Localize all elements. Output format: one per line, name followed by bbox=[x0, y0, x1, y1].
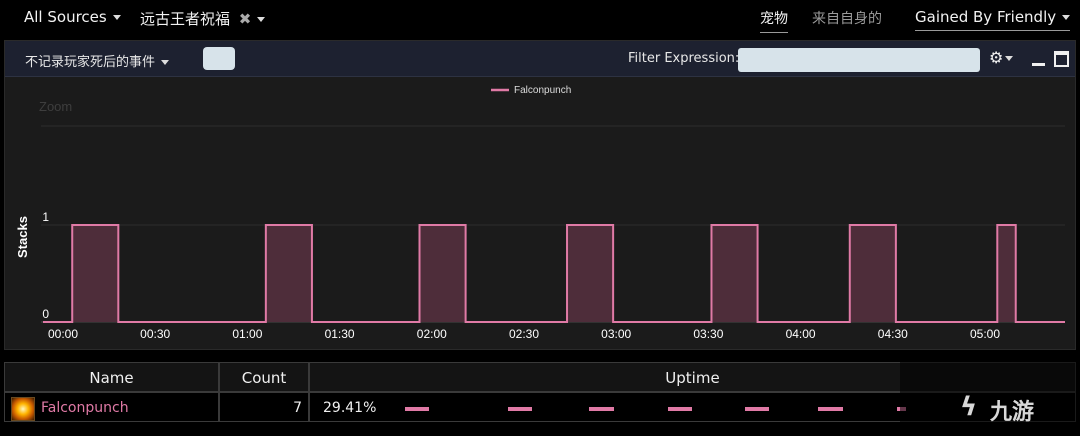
stack-interval bbox=[711, 225, 758, 322]
chart-panel: 不记录玩家死后的事件 Filter Expression: ⚙ Zoom Fal… bbox=[4, 40, 1076, 350]
zoom-label: Zoom bbox=[39, 99, 72, 114]
stacks-chart: Zoom Falconpunch Stacks 01 00:00 00:30 01:… bbox=[15, 85, 1065, 341]
y-axis-label: Stacks bbox=[15, 216, 30, 258]
panel-header: 不记录玩家死后的事件 Filter Expression: ⚙ bbox=[5, 41, 1075, 77]
filter-expression-label: Filter Expression: bbox=[628, 51, 740, 66]
stack-interval bbox=[997, 225, 1016, 322]
uptime-bar bbox=[589, 407, 614, 411]
x-axis-ticks: 00:00 00:30 01:00 01:30 02:00 02:30 03:00 03:30… bbox=[48, 327, 1000, 341]
series-falconpunch bbox=[43, 224, 1065, 323]
remove-aura-icon[interactable]: ✖ bbox=[239, 10, 252, 28]
gained-by-label: Gained By Friendly bbox=[915, 8, 1057, 26]
series-line bbox=[43, 224, 1065, 323]
gear-icon: ⚙ bbox=[989, 48, 1004, 67]
stack-interval bbox=[849, 225, 896, 322]
x-tick-label: 01:30 bbox=[325, 327, 355, 341]
tab-pet[interactable]: 宠物 bbox=[760, 8, 788, 33]
x-tick-label: 00:30 bbox=[140, 327, 170, 341]
uptime-bar bbox=[667, 407, 693, 411]
x-tick-label: 04:00 bbox=[786, 327, 816, 341]
legend-entry-falconpunch: Falconpunch bbox=[514, 85, 571, 96]
chevron-down-icon bbox=[1005, 56, 1014, 61]
x-tick-label: 01:00 bbox=[232, 327, 262, 341]
x-tick-label: 00:00 bbox=[48, 327, 78, 341]
watermark-logo-icon: ϟ bbox=[960, 392, 978, 422]
table-row-name-cell[interactable]: Falconpunch bbox=[4, 392, 219, 422]
death-filter-dropdown[interactable]: 不记录玩家死后的事件 bbox=[25, 51, 170, 70]
aura-name-label: 远古王者祝福 bbox=[140, 10, 231, 28]
column-header-count[interactable]: Count bbox=[219, 362, 309, 392]
x-tick-label: 02:30 bbox=[509, 327, 539, 341]
watermark-text: 九游 bbox=[990, 400, 1035, 425]
x-tick-label: 04:30 bbox=[878, 327, 908, 341]
all-sources-label: All Sources bbox=[24, 8, 107, 26]
stack-interval bbox=[265, 225, 312, 322]
tab-self[interactable]: 来自自身的 bbox=[812, 8, 882, 28]
settings-menu[interactable]: ⚙ bbox=[989, 48, 1014, 67]
chart-legend: Falconpunch bbox=[491, 85, 571, 96]
x-tick-label: 03:30 bbox=[693, 327, 723, 341]
aura-selector[interactable]: 远古王者祝福 ✖ bbox=[140, 8, 266, 29]
table-row-count-cell: 7 bbox=[219, 392, 309, 422]
all-sources-dropdown[interactable]: All Sources bbox=[24, 8, 121, 26]
stack-interval bbox=[419, 225, 466, 322]
uptime-bar bbox=[818, 407, 843, 411]
column-header-name[interactable]: Name bbox=[4, 362, 219, 392]
top-toolbar: All Sources 远古王者祝福 ✖ 宠物 来自自身的 Gained By … bbox=[0, 0, 1080, 38]
chevron-down-icon bbox=[1062, 15, 1071, 20]
death-filter-label: 不记录玩家死后的事件 bbox=[25, 55, 156, 70]
y-axis-ticks: 01 bbox=[42, 210, 49, 321]
minimize-icon[interactable] bbox=[1032, 63, 1045, 66]
option-toggle-box[interactable] bbox=[203, 47, 235, 70]
explosion-icon bbox=[11, 397, 35, 421]
uptime-bar bbox=[404, 407, 430, 411]
stack-interval bbox=[72, 225, 119, 322]
uptime-percent: 29.41% bbox=[323, 400, 377, 416]
x-tick-label: 02:00 bbox=[417, 327, 447, 341]
aura-name-link[interactable]: Falconpunch bbox=[41, 393, 129, 423]
y-tick-label: 1 bbox=[42, 210, 49, 224]
stack-interval bbox=[567, 225, 614, 322]
uptime-bar bbox=[507, 407, 533, 411]
y-tick-label: 0 bbox=[42, 307, 49, 321]
x-tick-label: 05:00 bbox=[970, 327, 1000, 341]
chevron-down-icon bbox=[161, 60, 170, 65]
chart-grid bbox=[41, 125, 1065, 323]
maximize-icon[interactable] bbox=[1054, 51, 1069, 67]
uptime-bar bbox=[744, 407, 770, 411]
chevron-down-icon bbox=[112, 15, 121, 20]
chevron-down-icon bbox=[257, 17, 266, 22]
gained-by-dropdown[interactable]: Gained By Friendly bbox=[915, 8, 1071, 31]
x-tick-label: 03:00 bbox=[601, 327, 631, 341]
filter-expression-input[interactable] bbox=[738, 48, 980, 72]
